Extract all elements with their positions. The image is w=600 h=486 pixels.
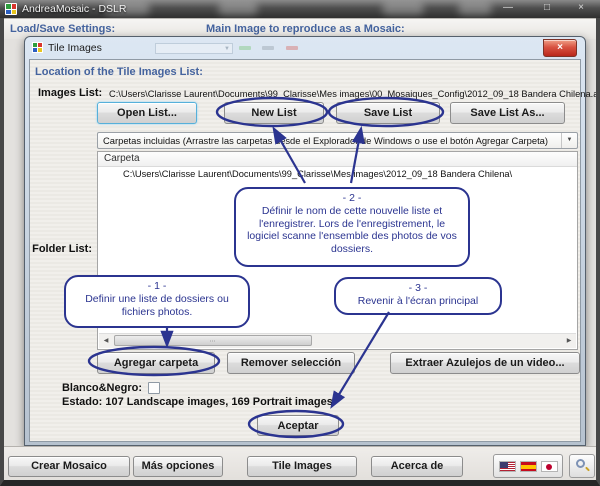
dialog-title: Tile Images — [48, 42, 102, 54]
new-list-button[interactable]: New List — [224, 102, 324, 124]
scrollbar-grip-icon: ⋯ — [210, 338, 217, 345]
folder-list-label: Folder List: — [30, 243, 92, 255]
crear-mosaico-button[interactable]: Crear Mosaico — [8, 456, 130, 477]
dialog-client-area: Location of the Tile Images List: Images… — [29, 59, 581, 442]
save-list-button[interactable]: Save List — [336, 102, 440, 124]
andreamosaic-app-icon — [5, 3, 17, 15]
callout-step-1: - 1 - Definir une liste de dossiers ou f… — [64, 275, 250, 328]
aceptar-button[interactable]: Aceptar — [257, 415, 339, 436]
extraer-azulejos-button[interactable]: Extraer Azulejos de un video... — [390, 352, 580, 374]
callout-text: Définir le nom de cette nouvelle liste e… — [247, 205, 457, 255]
main-titlebar: AndreaMosaic - DSLR — □ × — [0, 0, 600, 18]
titlebar-glare — [382, 2, 424, 15]
titlebar-ghost-artifact: ▼ — [155, 43, 233, 54]
load-save-settings-label: Load/Save Settings: — [10, 23, 115, 35]
callout-step-number: - 2 - — [242, 192, 462, 205]
scroll-left-icon[interactable]: ◀ — [100, 335, 112, 347]
callout-step-3: - 3 - Revenir à l'écran principal — [334, 277, 502, 315]
us-flag-icon — [499, 461, 516, 472]
remover-seleccion-button[interactable]: Remover selección — [227, 352, 355, 374]
mas-opciones-button[interactable]: Más opciones — [133, 456, 223, 477]
andreamosaic-window: AndreaMosaic - DSLR — □ × Load/Save Sett… — [0, 0, 600, 486]
close-button[interactable]: × — [570, 1, 592, 15]
scrollbar-thumb[interactable]: ⋯ — [114, 335, 312, 346]
included-folders-dropdown[interactable]: Carpetas incluidas (Arrastre las carpeta… — [97, 132, 578, 149]
callout-text: Revenir à l'écran principal — [358, 295, 478, 307]
scroll-right-icon[interactable]: ▶ — [563, 335, 575, 347]
location-heading: Location of the Tile Images List: — [35, 66, 203, 78]
minimize-button[interactable]: — — [497, 1, 519, 15]
status-text: Estado: 107 Landscape images, 169 Portra… — [62, 396, 336, 408]
blanco-negro-label: Blanco&Negro: — [30, 382, 142, 394]
titlebar-ghost-artifact — [262, 46, 274, 50]
acerca-de-button[interactable]: Acerca de — [371, 456, 463, 477]
save-list-as-button[interactable]: Save List As... — [450, 102, 565, 124]
chevron-down-icon[interactable]: ▼ — [561, 133, 577, 148]
images-list-label: Images List: — [38, 87, 102, 99]
spain-flag-icon — [520, 461, 537, 472]
callout-text: Definir une liste de dossiers ou fichier… — [85, 293, 229, 318]
horizontal-scrollbar[interactable]: ◀ ⋯ ▶ — [99, 333, 576, 348]
main-image-label: Main Image to reproduce as a Mosaic: — [206, 23, 405, 35]
dropdown-value: Carpetas incluidas (Arrastre las carpeta… — [103, 135, 559, 146]
titlebar-ghost-artifact — [239, 46, 251, 50]
blanco-negro-checkbox[interactable] — [148, 382, 160, 394]
japan-flag-icon — [541, 461, 558, 472]
magnifier-icon — [576, 459, 585, 468]
open-list-button[interactable]: Open List... — [97, 102, 197, 124]
folder-column-header[interactable]: Carpeta — [98, 152, 577, 167]
window-title: AndreaMosaic - DSLR — [22, 3, 126, 15]
titlebar-glare — [458, 2, 492, 15]
folder-list-item[interactable]: C:\Users\Clarisse Laurent\Documents\99_C… — [98, 169, 577, 182]
bottom-toolbar: Crear Mosaico Más opciones Tile Images A… — [0, 446, 600, 481]
callout-step-2: - 2 - Définir le nom de cette nouvelle l… — [234, 187, 470, 267]
dialog-close-button[interactable]: × — [543, 39, 577, 57]
tile-images-button[interactable]: Tile Images — [247, 456, 357, 477]
maximize-button[interactable]: □ — [536, 1, 558, 15]
images-list-path: C:\Users\Clarisse Laurent\Documents\99_C… — [109, 89, 600, 99]
titlebar-ghost-artifact — [286, 46, 298, 50]
tile-images-dialog: Tile Images ▼ × Location of the Tile Ima… — [24, 36, 586, 446]
magnifier-button[interactable] — [569, 454, 595, 478]
callout-step-number: - 3 - — [342, 282, 494, 295]
callout-step-number: - 1 - — [72, 280, 242, 293]
dialog-mosaic-icon — [32, 42, 43, 53]
titlebar-glare — [218, 2, 258, 15]
language-selector-button[interactable] — [493, 454, 563, 478]
dialog-titlebar[interactable]: Tile Images ▼ × — [25, 37, 585, 59]
agregar-carpeta-button[interactable]: Agregar carpeta — [97, 352, 215, 374]
